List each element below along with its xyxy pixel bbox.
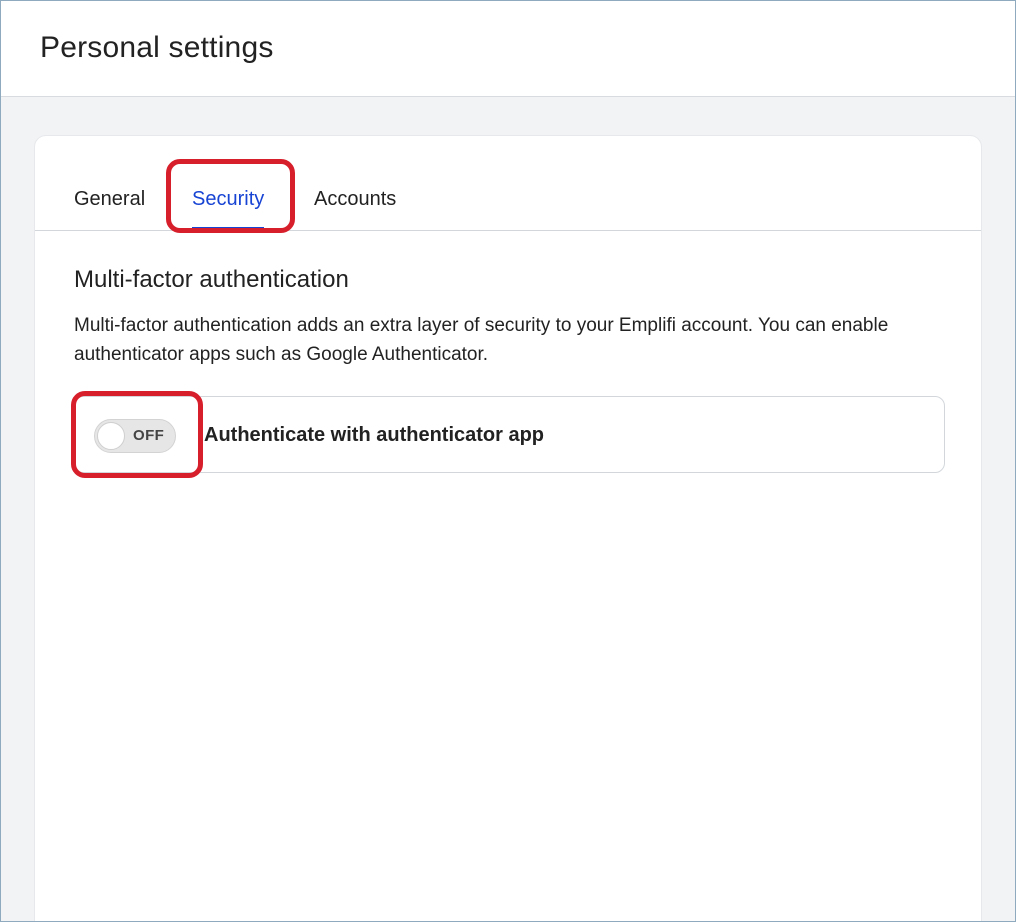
authenticator-app-label: Authenticate with authenticator app — [204, 424, 545, 446]
toggle-state-label: OFF — [133, 427, 165, 444]
page-title: Personal settings — [40, 31, 274, 64]
mfa-description: Multi-factor authentication adds an extr… — [74, 315, 889, 365]
settings-tabs: General Security Accounts — [35, 136, 981, 233]
mfa-section-title: Multi-factor authentication — [74, 266, 349, 293]
tab-security[interactable]: Security — [192, 187, 265, 230]
toggle-knob — [97, 422, 125, 450]
tab-general[interactable]: General — [74, 187, 145, 211]
authenticator-app-option: OFF Authenticate with authenticator app — [71, 391, 945, 478]
app-frame: Personal settings General Security Accou… — [0, 0, 1016, 922]
authenticator-app-toggle[interactable]: OFF — [94, 419, 176, 453]
page-header: Personal settings — [1, 1, 1015, 97]
settings-card: General Security Accounts Multi-factor a… — [34, 135, 982, 921]
tab-accounts[interactable]: Accounts — [314, 187, 396, 211]
